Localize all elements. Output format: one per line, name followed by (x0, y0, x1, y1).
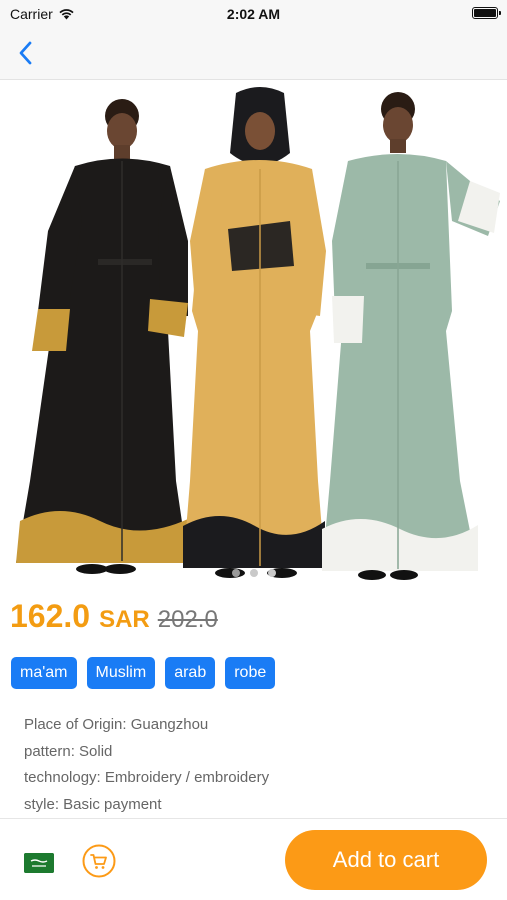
battery-icon (472, 7, 501, 19)
product-image-carousel[interactable] (0, 81, 507, 586)
page-dot (249, 569, 258, 577)
nav-bar (0, 28, 507, 80)
page-dot (267, 569, 276, 577)
shopping-cart-icon[interactable] (82, 844, 116, 878)
bottom-action-bar: Add to cart (0, 818, 507, 900)
tag-list: ma'am Muslim arab robe (11, 657, 276, 689)
status-time: 2:02 AM (226, 6, 281, 22)
original-price: 202.0 (157, 606, 218, 633)
tag-chip[interactable]: robe (225, 657, 276, 689)
tag-chip[interactable]: arab (165, 657, 216, 689)
price-currency: SAR (99, 606, 150, 633)
saudi-flag-icon[interactable] (24, 853, 54, 873)
back-button[interactable] (10, 38, 40, 68)
flag-graphic (24, 853, 54, 873)
product-image (0, 81, 507, 586)
spec-technology: technology: Embroidery / embroidery (24, 769, 270, 786)
tag-chip[interactable]: Muslim (86, 657, 156, 689)
page-dot (231, 569, 240, 577)
spec-pattern: pattern: Solid (24, 742, 113, 760)
carousel-page-dots (0, 569, 507, 577)
product-specs: Place of Origin: Guangzhou pattern: Soli… (24, 714, 269, 820)
current-price: 162.0 (10, 598, 91, 634)
spec-origin: Place of Origin: Guangzhou (24, 716, 209, 733)
tag-chip[interactable]: ma'am (11, 657, 77, 689)
price-row: 162.0 SAR 202.0 (10, 598, 218, 635)
spec-style: style: Basic payment (24, 795, 162, 813)
cart-graphic (82, 844, 116, 878)
status-bar: Carrier 2:02 AM (0, 0, 507, 28)
chevron-left-icon (19, 41, 32, 65)
add-to-cart-button[interactable]: Add to cart (285, 830, 487, 890)
